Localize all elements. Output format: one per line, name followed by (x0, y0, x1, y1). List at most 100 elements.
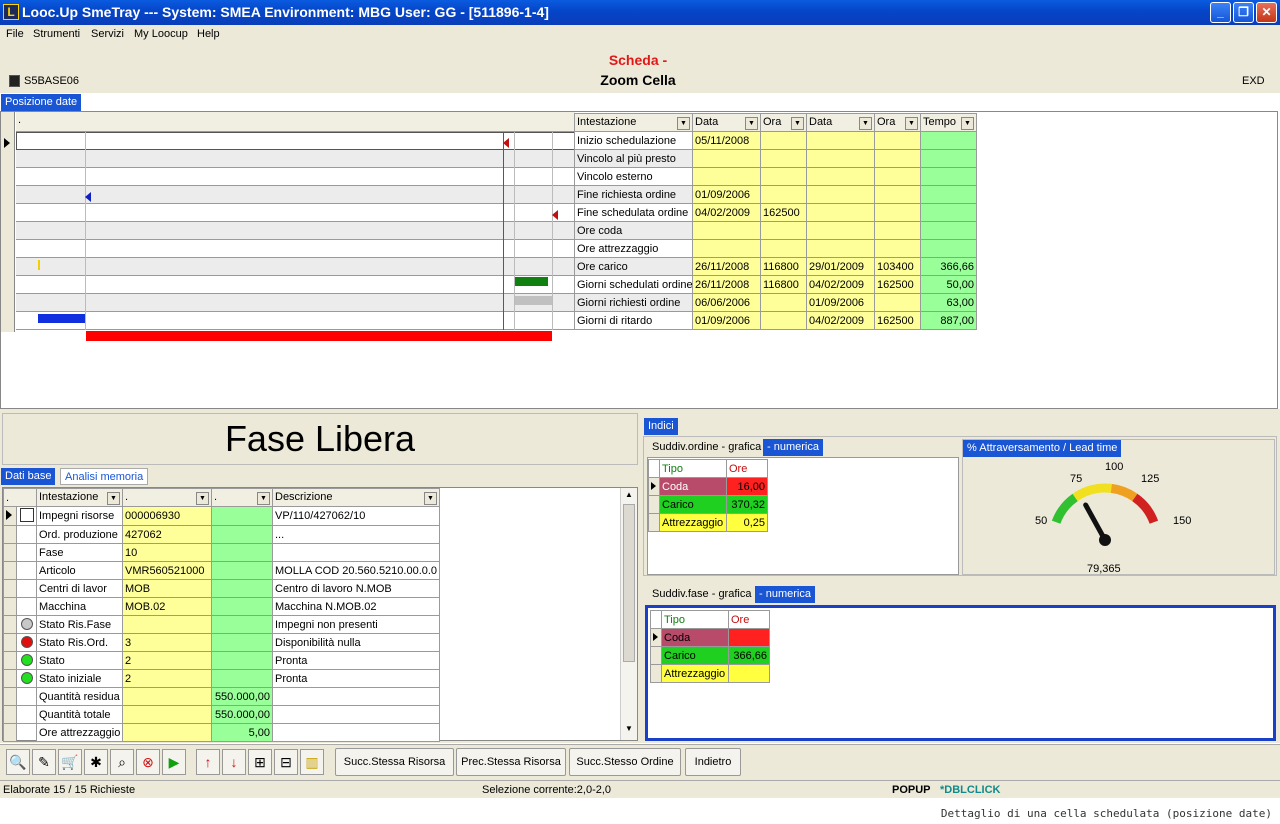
table-row[interactable]: Quantità residua 550.000,00 (3, 687, 440, 706)
gantt-row[interactable] (16, 312, 575, 330)
table-row[interactable]: Giorni schedulati ordine 26/11/2008 116800… (574, 275, 977, 294)
table-row[interactable]: Ore attrezzaggio (574, 239, 977, 258)
zoom-icon[interactable]: 🔍 (6, 749, 30, 775)
menu-file[interactable]: File (6, 28, 24, 40)
tab-fase-grafica[interactable]: Suddiv.fase - grafica (646, 586, 754, 604)
row-selector[interactable] (3, 615, 17, 634)
menu-strumenti[interactable]: Strumenti (33, 28, 80, 40)
dropdown-icon[interactable]: ▼ (859, 116, 872, 130)
row-selector[interactable] (3, 705, 17, 724)
column-header[interactable]: ▼ Descrizione (272, 488, 440, 507)
row-selector[interactable] (3, 669, 17, 688)
dropdown-icon[interactable]: ▼ (107, 491, 120, 505)
column-header[interactable]: Tipo (661, 610, 729, 629)
edit-icon[interactable]: ✎ (32, 749, 56, 775)
scroll-thumb[interactable] (623, 504, 635, 662)
arrow-down-icon[interactable]: ↓ (222, 749, 246, 775)
exd-label[interactable]: EXD (1242, 75, 1265, 87)
table-row[interactable]: Macchina MOB.02 Macchina N.MOB.02 (3, 597, 440, 616)
row-selector[interactable] (648, 495, 660, 514)
scroll-down-icon[interactable]: ▼ (623, 724, 635, 737)
stop-icon[interactable]: ⊗ (136, 749, 160, 775)
dropdown-icon[interactable]: ▼ (677, 116, 690, 130)
column-header[interactable]: Ore (728, 610, 770, 629)
column-header[interactable]: ▼. (211, 488, 273, 507)
dropdown-icon[interactable]: ▼ (257, 491, 270, 505)
gantt-row[interactable] (16, 258, 575, 276)
column-header[interactable]: ▼ Intestazione (574, 113, 693, 132)
table-row[interactable]: Articolo VMR560521000 MOLLA COD 20.560.521… (3, 561, 440, 580)
row-selector[interactable] (3, 579, 17, 598)
table-row[interactable]: Carico 370,32 (648, 495, 768, 514)
column-header[interactable]: Ore (726, 459, 768, 478)
row-selector[interactable] (3, 506, 17, 526)
table-row[interactable]: Quantità totale 550.000,00 (3, 705, 440, 724)
table-row[interactable]: Giorni richiesti ordine 06/06/2006 01/09/2… (574, 293, 977, 312)
table-row[interactable]: Ore coda (574, 221, 977, 240)
table-row[interactable]: Inizio schedulazione 05/11/2008 (574, 131, 977, 150)
gantt-row[interactable] (16, 204, 575, 222)
table-row[interactable]: Vincolo al più presto (574, 149, 977, 168)
table-row[interactable]: Stato Ris.Fase Impegni non presenti (3, 615, 440, 634)
table-row[interactable]: Ord. produzione 427062... (3, 525, 440, 544)
row-selector[interactable] (650, 664, 662, 683)
column-header[interactable]: Tipo (659, 459, 727, 478)
settings-icon[interactable]: ✱ (84, 749, 108, 775)
column-header[interactable]: . (3, 488, 37, 507)
restore-button[interactable]: ❐ (1233, 2, 1254, 23)
columns-icon[interactable]: ▥ (300, 749, 324, 775)
row-selector[interactable] (3, 597, 17, 616)
play-icon[interactable]: ▶ (162, 749, 186, 775)
dropdown-icon[interactable]: ▼ (745, 116, 758, 130)
column-header[interactable]: ▼ Intestazione (36, 488, 123, 507)
table-row[interactable]: Fine schedulata ordine 04/02/2009 162500 (574, 203, 977, 222)
dropdown-icon[interactable]: ▼ (196, 491, 209, 505)
search-icon[interactable]: ⌕ (110, 749, 134, 775)
gantt-row[interactable] (16, 132, 575, 150)
tab-dati-base[interactable]: Dati base (1, 468, 56, 485)
row-selector[interactable] (650, 646, 662, 665)
column-header[interactable]: ▼ Data (692, 113, 761, 132)
tab-analisi-memoria[interactable]: Analisi memoria (60, 468, 149, 485)
dropdown-icon[interactable]: ▼ (424, 491, 437, 505)
gantt-row[interactable] (16, 222, 575, 240)
succ-stesso-ordine-button[interactable]: Succ.Stesso Ordine (569, 748, 681, 776)
prec-stessa-risorsa-button[interactable]: Prec.Stessa Risorsa (456, 748, 566, 776)
menu-my-loocup[interactable]: My Loocup (134, 28, 188, 40)
gantt-row[interactable] (16, 186, 575, 204)
table-row[interactable]: Coda (650, 628, 770, 647)
table-row[interactable]: Giorni di ritardo 01/09/2006 04/02/2009 162… (574, 311, 977, 330)
tab-fase-numerica[interactable]: - numerica (755, 586, 815, 603)
table-row[interactable]: Stato Ris.Ord. 3 Disponibilità nulla (3, 633, 440, 652)
row-selector[interactable] (650, 628, 662, 647)
gantt-row[interactable] (16, 168, 575, 186)
table-row[interactable]: Carico 366,66 (650, 646, 770, 665)
dropdown-icon[interactable]: ▼ (905, 116, 918, 130)
table-row[interactable]: Stato iniziale 2 Pronta (3, 669, 440, 688)
gantt-row[interactable] (16, 276, 575, 294)
table-row[interactable]: Vincolo esterno (574, 167, 977, 186)
tab-indici[interactable]: Indici (644, 418, 678, 435)
table-row[interactable]: Attrezzaggio 0,25 (648, 513, 768, 532)
indietro-button[interactable]: Indietro (685, 748, 741, 776)
close-button[interactable]: ✕ (1256, 2, 1277, 23)
menu-servizi[interactable]: Servizi (91, 28, 124, 40)
succ-stessa-risorsa-button[interactable]: Succ.Stessa Risorsa (335, 748, 454, 776)
column-header[interactable]: ▼ Tempo (920, 113, 977, 132)
column-header[interactable]: ▼ Ora (874, 113, 921, 132)
table-row[interactable]: Ore attrezzaggio 5,00 (3, 723, 440, 742)
split-icon[interactable]: ⊟ (274, 749, 298, 775)
gantt-row[interactable] (16, 240, 575, 258)
tab-posizione-date[interactable]: Posizione date (1, 94, 82, 111)
table-row[interactable]: Fine richiesta ordine 01/09/2006 (574, 185, 977, 204)
column-header[interactable]: ▼ Ora (760, 113, 807, 132)
table-row[interactable]: Fase 10 (3, 543, 440, 562)
tab-ordine-grafica[interactable]: Suddiv.ordine - grafica (646, 439, 762, 457)
table-row[interactable]: Centri di lavor MOB Centro di lavoro N.MOB (3, 579, 440, 598)
row-selector[interactable] (3, 651, 17, 670)
table-row[interactable]: Ore carico 26/11/2008 116800 29/01/2009 1034… (574, 257, 977, 276)
tree-icon[interactable]: ⊞ (248, 749, 272, 775)
row-selector[interactable] (3, 723, 17, 742)
row-selector[interactable] (3, 687, 17, 706)
table-row[interactable]: Impegni risorse 000006930 VP/110/427062/10 (3, 506, 440, 526)
